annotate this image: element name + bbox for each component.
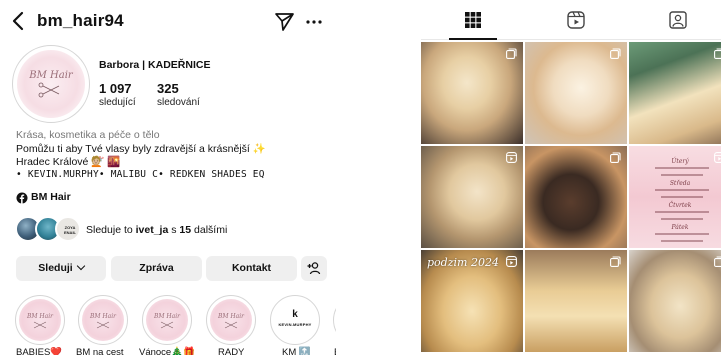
mutual-followers-avatars[interactable]: ZOYA ENAIL	[15, 216, 81, 242]
highlight-rady[interactable]: BM Hair	[206, 295, 256, 345]
scissors-logo-icon: BM Hair	[89, 313, 117, 329]
followed-by-user: ivet_ja	[135, 224, 169, 236]
highlight-label: RADY	[218, 347, 245, 355]
grid-post[interactable]: podzim 2024	[421, 250, 523, 352]
following-button-label: Sleduji	[38, 262, 73, 274]
followed-by-text[interactable]: Sleduje to ivet_ja s 15 dalšími	[86, 224, 227, 236]
highlight-label: KM 🔝	[282, 347, 311, 355]
followers-count[interactable]: 1 097	[99, 81, 132, 96]
carousel-icon	[610, 152, 621, 163]
kevin-murphy-logo-letter: k	[292, 309, 298, 320]
message-button[interactable]: Zpráva	[111, 256, 202, 281]
followed-by-prefix: Sleduje to	[86, 224, 136, 236]
grid-post[interactable]: Úterý Středa Čtvrtek Pátek	[629, 146, 721, 248]
bio-line-2: Hradec Králové 💇🏼 🌇	[16, 156, 121, 168]
grid-post[interactable]	[629, 250, 721, 352]
svg-text:BM Hair: BM Hair	[217, 313, 245, 320]
reel-icon	[714, 152, 721, 163]
followed-by-suffix: dalšími	[191, 224, 228, 236]
carousel-icon	[714, 48, 721, 59]
carousel-icon	[610, 256, 621, 267]
facebook-icon	[16, 192, 28, 204]
grid-post[interactable]	[525, 42, 627, 144]
highlight-cover: k KEVIN.MURPHY	[274, 299, 316, 341]
svg-text:BM Hair: BM Hair	[26, 313, 54, 320]
carousel-icon	[506, 48, 517, 59]
post-overlay-text: podzim 2024	[427, 256, 499, 269]
active-tab-indicator	[449, 38, 497, 40]
post-menu-lines	[643, 162, 721, 181]
following-label[interactable]: sledování	[157, 97, 200, 108]
tagged-icon[interactable]	[669, 11, 687, 29]
grid-post[interactable]	[421, 42, 523, 144]
posts-pane: Úterý Středa Čtvrtek Pátek podzim 2024	[421, 0, 721, 355]
highlight-label: BM na cest	[76, 347, 124, 355]
highlight-cover: BM Hair	[210, 299, 252, 341]
bio-line-3: • KEVIN.MURPHY• MALIBU C• REDKEN SHADES …	[16, 169, 265, 180]
followed-by-count: 15	[179, 224, 192, 236]
contact-button[interactable]: Kontakt	[206, 256, 297, 281]
scissors-logo-icon: BM Hair	[28, 70, 74, 98]
scissors-logo-icon: BM Hair	[217, 313, 245, 329]
highlight-bm-na-cest[interactable]: BM Hair	[78, 295, 128, 345]
mutual-follower-avatar-text: ZOYA ENAIL	[64, 225, 76, 235]
avatar-logo: BM Hair	[17, 50, 85, 118]
svg-text:BM Hair: BM Hair	[89, 313, 117, 320]
highlight-babies[interactable]: BM Hair	[15, 295, 65, 345]
following-button[interactable]: Sleduji	[16, 256, 106, 281]
profile-tabs	[421, 0, 721, 40]
profile-top-bar: bm_hair94	[0, 0, 336, 44]
grid-post[interactable]	[421, 146, 523, 248]
chevron-down-icon	[76, 261, 85, 271]
followed-by-middle: s	[168, 224, 180, 236]
carousel-icon	[610, 48, 621, 59]
grid-post[interactable]	[525, 250, 627, 352]
suggested-users-button[interactable]	[301, 256, 327, 281]
add-user-icon	[307, 262, 321, 275]
scissors-logo-icon: BM Hair	[153, 313, 181, 329]
post-menu-lines	[643, 184, 721, 203]
highlight-partial[interactable]	[333, 295, 336, 345]
bio-line-1: Pomůžu ti aby Tvé vlasy byly zdravější a…	[16, 143, 266, 155]
profile-full-name: Barbora | KADEŘNICE	[99, 59, 211, 71]
profile-avatar[interactable]: BM Hair	[12, 45, 90, 123]
highlight-label: E	[334, 347, 336, 355]
svg-text:BM Hair: BM Hair	[28, 70, 74, 81]
reel-icon	[506, 152, 517, 163]
grid-icon[interactable]	[465, 12, 481, 28]
svg-text:BM Hair: BM Hair	[153, 313, 181, 320]
highlight-label: BABIES❤️	[16, 347, 63, 355]
back-arrow-icon[interactable]	[8, 10, 30, 32]
grid-post[interactable]	[525, 146, 627, 248]
post-menu-lines	[643, 206, 721, 225]
highlight-cover: BM Hair	[146, 299, 188, 341]
profile-category: Krása, kosmetika a péče o tělo	[16, 129, 160, 141]
send-icon[interactable]	[274, 11, 295, 32]
mutual-follower-avatar: ZOYA ENAIL	[55, 216, 81, 242]
carousel-icon	[714, 256, 721, 267]
profile-username: bm_hair94	[37, 11, 124, 30]
highlight-label: Vánoce🎄🎁	[139, 347, 195, 355]
highlight-vanoce[interactable]: BM Hair	[142, 295, 192, 345]
kevin-murphy-logo-text: KEVIN.MURPHY	[278, 322, 312, 327]
following-count[interactable]: 325	[157, 81, 179, 96]
highlight-cover: BM Hair	[19, 299, 61, 341]
post-menu-lines	[643, 228, 721, 247]
profile-pane: bm_hair94 BM Hair Barbora | KADEŘNICE 1 …	[0, 0, 336, 355]
reel-icon	[506, 256, 517, 267]
highlight-cover: BM Hair	[82, 299, 124, 341]
grid-post[interactable]	[629, 42, 721, 144]
followers-label[interactable]: sledující	[99, 97, 136, 108]
highlight-km[interactable]: k KEVIN.MURPHY	[270, 295, 320, 345]
more-options-icon[interactable]	[304, 12, 324, 32]
scissors-logo-icon: BM Hair	[26, 313, 54, 329]
reels-icon[interactable]	[567, 11, 585, 29]
facebook-link-label: BM Hair	[31, 191, 71, 203]
